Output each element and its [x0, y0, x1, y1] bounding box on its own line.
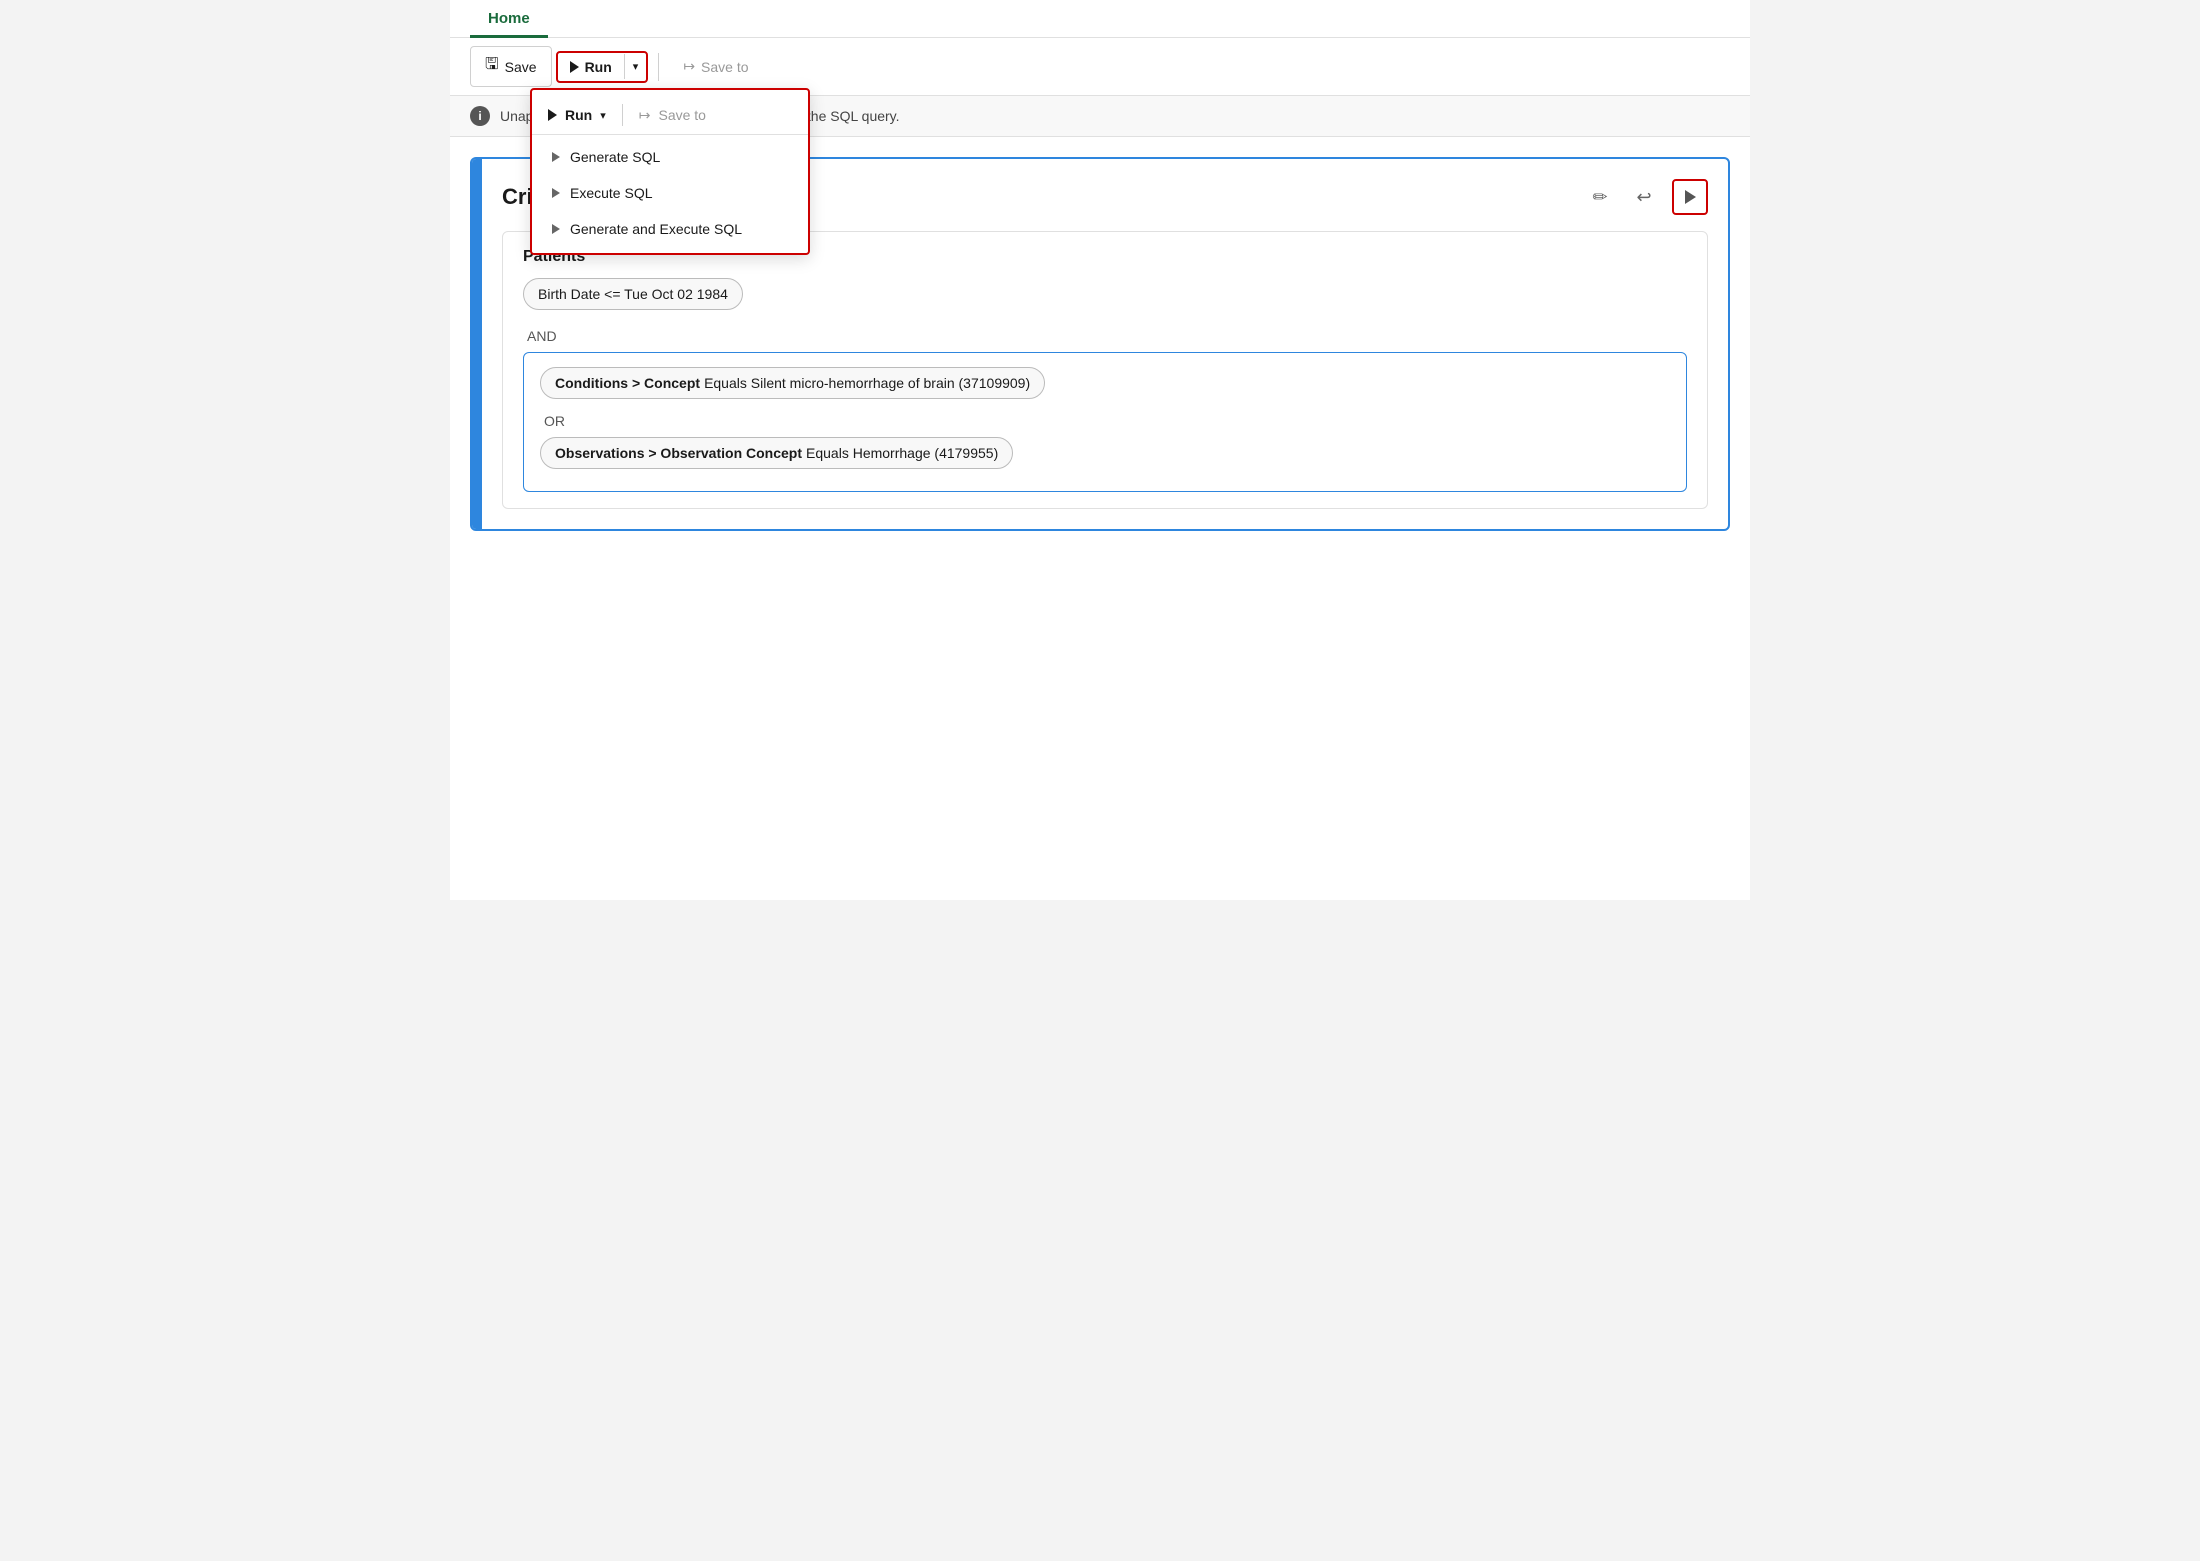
conditions-chip-text: Equals Silent micro-hemorrhage of brain …	[704, 375, 1030, 391]
run-main-button[interactable]: Run	[558, 53, 624, 81]
dropdown-save-to-arrow: ↦	[639, 107, 651, 124]
toolbar-divider	[658, 53, 659, 81]
criteria-play-icon	[1685, 190, 1696, 204]
generate-sql-label: Generate SQL	[570, 149, 660, 165]
or-label: OR	[544, 413, 1670, 429]
and-label: AND	[527, 328, 1687, 344]
observations-chip-text: Equals Hemorrhage (4179955)	[806, 445, 998, 461]
run-dropdown-menu: Run ▾ ↦ Save to Generate SQL Execute SQL…	[530, 88, 810, 255]
patients-block: Patients Birth Date <= Tue Oct 02 1984 A…	[502, 231, 1708, 509]
dropdown-run-play-icon	[548, 109, 557, 121]
observations-chip: Observations > Observation Concept Equal…	[540, 437, 1013, 469]
info-icon: i	[470, 106, 490, 126]
undo-icon: ↩	[1636, 187, 1651, 208]
save-icon: 🖫	[485, 53, 499, 80]
dropdown-item-generate-sql[interactable]: Generate SQL	[532, 139, 808, 175]
chevron-down-icon: ▾	[633, 60, 639, 73]
dropdown-divider	[622, 104, 623, 126]
generate-sql-play-icon	[552, 152, 560, 162]
criteria-left-bar	[472, 159, 482, 529]
conditions-chip: Conditions > Concept Equals Silent micro…	[540, 367, 1045, 399]
app-container: Home 🖫 Save Run ▾ ↦ Save to	[450, 0, 1750, 900]
criteria-undo-button[interactable]: ↩	[1628, 181, 1660, 213]
tab-home[interactable]: Home	[470, 0, 548, 38]
dropdown-item-execute-sql[interactable]: Execute SQL	[532, 175, 808, 211]
save-button[interactable]: 🖫 Save	[470, 46, 552, 87]
run-play-icon	[570, 61, 579, 73]
birth-date-chip: Birth Date <= Tue Oct 02 1984	[523, 278, 743, 310]
toolbar: 🖫 Save Run ▾ ↦ Save to Run ▾	[450, 38, 1750, 96]
run-chevron-button[interactable]: ▾	[624, 54, 647, 79]
birth-date-chip-text: Birth Date <= Tue Oct 02 1984	[538, 286, 728, 302]
run-button-group: Run ▾	[556, 51, 649, 83]
dropdown-chevron-icon: ▾	[600, 109, 606, 122]
execute-sql-label: Execute SQL	[570, 185, 653, 201]
save-to-button[interactable]: ↦ Save to	[669, 52, 762, 81]
generate-execute-sql-play-icon	[552, 224, 560, 234]
pencil-icon: ✏	[1592, 187, 1607, 208]
save-label: Save	[505, 59, 537, 75]
top-nav: Home	[450, 0, 1750, 38]
criteria-edit-button[interactable]: ✏	[1584, 181, 1616, 213]
dropdown-run-label: Run	[565, 107, 592, 123]
dropdown-header: Run ▾ ↦ Save to	[532, 96, 808, 135]
criteria-run-button[interactable]	[1672, 179, 1708, 215]
dropdown-item-generate-execute-sql[interactable]: Generate and Execute SQL	[532, 211, 808, 247]
dropdown-save-to-label: Save to	[658, 107, 705, 123]
nested-group: Conditions > Concept Equals Silent micro…	[523, 352, 1687, 492]
observations-chip-bold: Observations > Observation Concept	[555, 445, 802, 461]
conditions-chip-bold: Conditions > Concept	[555, 375, 700, 391]
generate-execute-sql-label: Generate and Execute SQL	[570, 221, 742, 237]
save-to-label: Save to	[701, 59, 748, 75]
execute-sql-play-icon	[552, 188, 560, 198]
save-to-arrow-icon: ↦	[683, 58, 695, 75]
criteria-actions: ✏ ↩	[1584, 179, 1708, 215]
run-label: Run	[585, 59, 612, 75]
